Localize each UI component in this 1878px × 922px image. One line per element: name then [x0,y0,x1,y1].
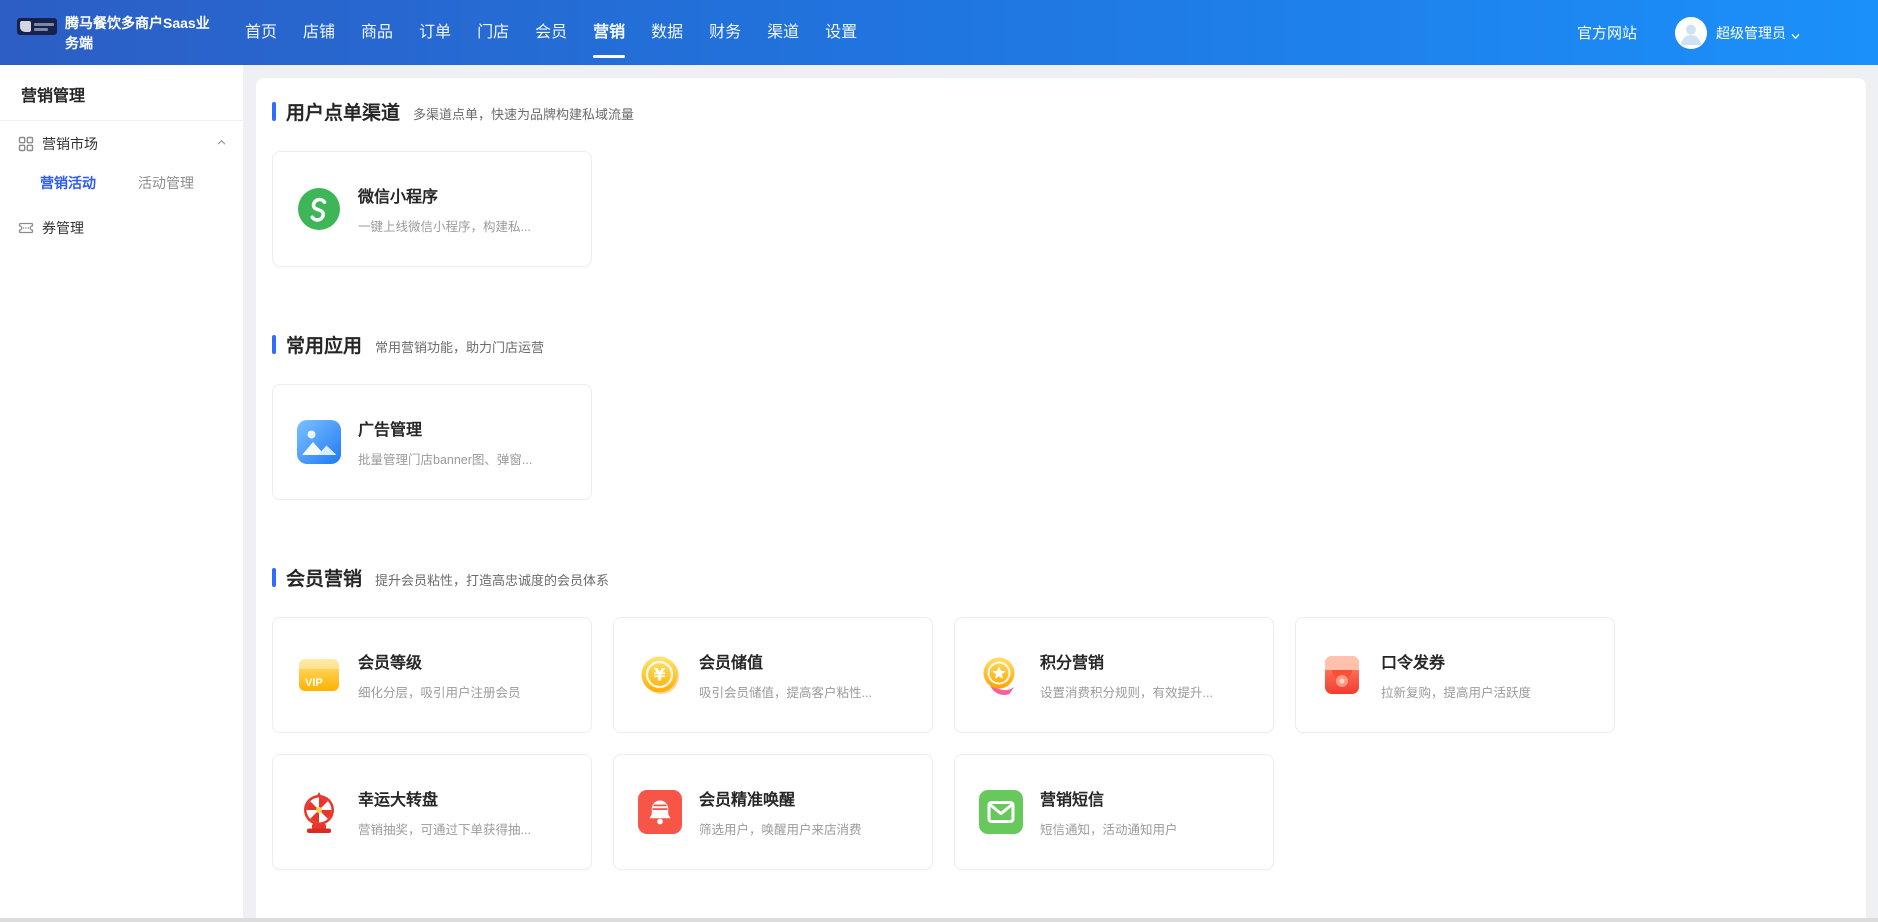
card-description: 吸引会员储值，提高客户粘性... [699,682,872,701]
section-subtitle: 提升会员粘性，打造高忠诚度的会员体系 [375,570,609,589]
section-header: 会员营销提升会员粘性，打造高忠诚度的会员体系 [272,564,1850,591]
sidebar-group-1[interactable]: 营销市场 [0,121,243,167]
section-2: 常用应用常用营销功能，助力门店运营广告管理批量管理门店banner图、弹窗... [272,331,1850,500]
topnav-item-9[interactable]: 财务 [709,0,741,65]
lucky-wheel-icon [297,790,341,834]
username-label: 超级管理员 [1716,23,1786,43]
vip-level-icon: VIP [297,653,341,697]
chevron-down-icon [1791,28,1800,37]
topnav-item-4[interactable]: 订单 [419,0,451,65]
user-avatar-icon [1675,17,1707,49]
section-subtitle: 常用营销功能，助力门店运营 [375,337,544,356]
points-marketing-icon [979,653,1023,697]
card-description: 一键上线微信小程序，构建私... [358,216,531,235]
app-logo-icon [17,18,57,35]
app-card-2-1[interactable]: 广告管理批量管理门店banner图、弹窗... [272,384,592,500]
top-navbar: 腾马餐饮多商户Saas业务端 首页店铺商品订单门店会员营销数据财务渠道设置 官方… [0,0,1878,65]
coupon-ticket-icon [18,220,34,236]
stored-value-icon: ¥ [638,653,682,697]
grid-icon [18,136,34,152]
section-accent-bar [272,568,276,587]
topnav-item-6[interactable]: 会员 [535,0,567,65]
topnav-item-8[interactable]: 数据 [651,0,683,65]
sidebar-group-label: 券管理 [42,218,227,238]
card-title: 口令发券 [1381,649,1531,673]
card-title: 微信小程序 [358,183,531,207]
wechat-mini-program-icon [297,187,341,231]
member-wakeup-icon [638,790,682,834]
card-title: 幸运大转盘 [358,786,531,810]
sidebar-group-2[interactable]: 券管理 [0,205,243,251]
app-card-3-7[interactable]: 营销短信短信通知，活动通知用户 [954,754,1274,870]
section-accent-bar [272,335,276,354]
card-description: 筛选用户，唤醒用户来店消费 [699,819,862,838]
app-card-3-6[interactable]: 会员精准唤醒筛选用户，唤醒用户来店消费 [613,754,933,870]
ad-management-icon [297,420,341,464]
section-header: 常用应用常用营销功能，助力门店运营 [272,331,1850,358]
sidebar-subitem-1-2[interactable]: 活动管理 [138,173,194,193]
card-description: 拉新复购，提高用户活跃度 [1381,682,1531,701]
card-title: 会员储值 [699,649,872,673]
official-website-link[interactable]: 官方网站 [1577,22,1637,43]
sidebar-group-label: 营销市场 [42,134,216,154]
card-description: 细化分层，吸引用户注册会员 [358,682,521,701]
card-description: 短信通知，活动通知用户 [1040,819,1178,838]
section-subtitle: 多渠道点单，快速为品牌构建私域流量 [413,104,634,123]
section-accent-bar [272,102,276,121]
password-coupon-icon [1320,653,1364,697]
card-title: 会员等级 [358,649,521,673]
card-title: 营销短信 [1040,786,1178,810]
topnav-item-2[interactable]: 店铺 [303,0,335,65]
top-nav-menu: 首页店铺商品订单门店会员营销数据财务渠道设置 [245,0,857,65]
sms-marketing-icon [979,790,1023,834]
topnav-item-1[interactable]: 首页 [245,0,277,65]
card-title: 积分营销 [1040,649,1213,673]
brand[interactable]: 腾马餐饮多商户Saas业务端 [17,13,213,53]
card-description: 批量管理门店banner图、弹窗... [358,449,532,468]
app-card-3-4[interactable]: 口令发券拉新复购，提高用户活跃度 [1295,617,1615,733]
section-3: 会员营销提升会员粘性，打造高忠诚度的会员体系 VIP 会员等级细化分层，吸引用户注册… [272,564,1850,870]
topnav-item-3[interactable]: 商品 [361,0,393,65]
svg-text:VIP: VIP [305,677,323,689]
topnav-item-11[interactable]: 设置 [825,0,857,65]
chevron-up-icon [216,135,227,153]
sidebar-title: 营销管理 [0,65,243,120]
section-title: 常用应用 [286,331,362,358]
section-header: 用户点单渠道多渠道点单，快速为品牌构建私域流量 [272,98,1850,125]
main-content-area: 用户点单渠道多渠道点单，快速为品牌构建私域流量微信小程序一键上线微信小程序，构建… [243,65,1878,922]
app-card-3-3[interactable]: 积分营销设置消费积分规则，有效提升... [954,617,1274,733]
app-card-1-1[interactable]: 微信小程序一键上线微信小程序，构建私... [272,151,592,267]
sidebar-subitem-1-1[interactable]: 营销活动 [40,173,96,193]
card-description: 营销抽奖，可通过下单获得抽... [358,819,531,838]
card-title: 会员精准唤醒 [699,786,862,810]
topnav-item-5[interactable]: 门店 [477,0,509,65]
section-1: 用户点单渠道多渠道点单，快速为品牌构建私域流量微信小程序一键上线微信小程序，构建… [272,98,1850,267]
user-menu[interactable]: 超级管理员 [1675,17,1800,49]
brand-title: 腾马餐饮多商户Saas业务端 [65,13,213,53]
app-card-3-1[interactable]: VIP 会员等级细化分层，吸引用户注册会员 [272,617,592,733]
card-grid: 广告管理批量管理门店banner图、弹窗... [272,384,1617,500]
card-title: 广告管理 [358,416,532,440]
card-description: 设置消费积分规则，有效提升... [1040,682,1213,701]
app-card-3-2[interactable]: ¥ 会员储值吸引会员储值，提高客户粘性... [613,617,933,733]
topnav-item-10[interactable]: 渠道 [767,0,799,65]
card-grid: VIP 会员等级细化分层，吸引用户注册会员 ¥ 会员储值吸引会员储值，提高客户粘性..… [272,617,1617,870]
main-panel: 用户点单渠道多渠道点单，快速为品牌构建私域流量微信小程序一键上线微信小程序，构建… [256,78,1866,922]
horizontal-scrollbar-track[interactable] [0,918,1878,922]
sidebar: 营销管理 营销市场营销活动 活动管理券管理 [0,65,243,918]
app-card-3-5[interactable]: 幸运大转盘营销抽奖，可通过下单获得抽... [272,754,592,870]
card-grid: 微信小程序一键上线微信小程序，构建私... [272,151,1617,267]
section-title: 会员营销 [286,564,362,591]
section-title: 用户点单渠道 [286,98,400,125]
svg-text:¥: ¥ [654,666,666,686]
topnav-item-7[interactable]: 营销 [593,0,625,65]
